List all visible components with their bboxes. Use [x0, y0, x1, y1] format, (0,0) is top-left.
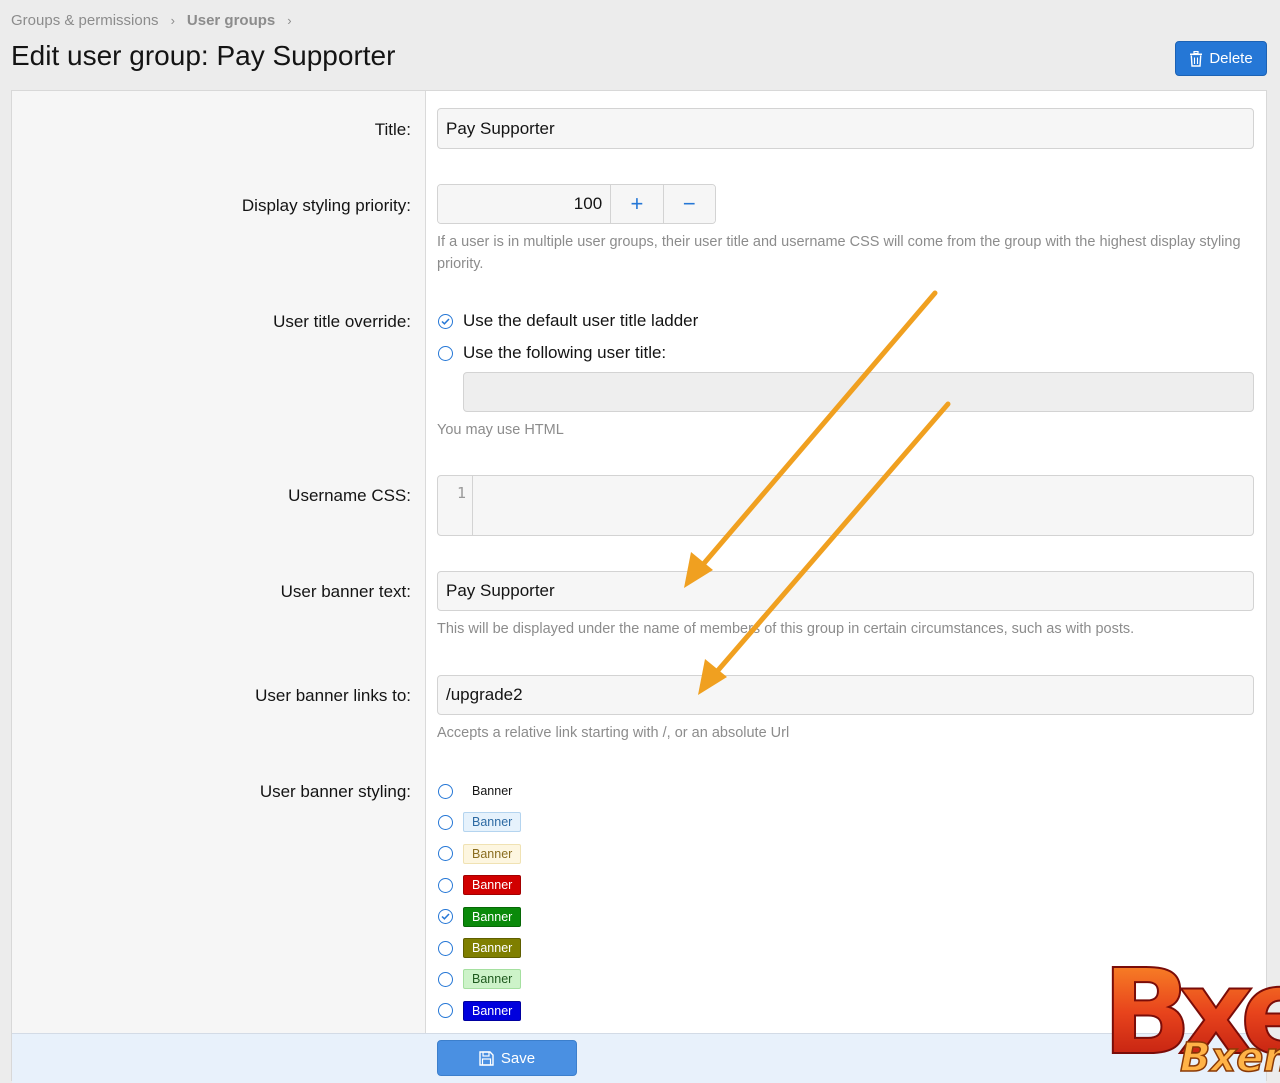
radio-unchecked-icon [438, 345, 453, 361]
radio-unchecked-icon [438, 1003, 453, 1019]
radio-unchecked-icon [438, 814, 453, 830]
chevron-right-icon: › [287, 13, 292, 28]
delete-button[interactable]: Delete [1175, 41, 1267, 76]
radio-unchecked-icon [438, 940, 453, 956]
banner-text-hint: This will be displayed under the name of… [437, 621, 1135, 637]
svg-text:Bxen: Bxen [1180, 1035, 1280, 1081]
trash-icon [1190, 50, 1203, 67]
banner-preview: Banner [463, 1000, 522, 1021]
radio-default-title[interactable]: Use the default user title ladder [438, 311, 698, 331]
title-input[interactable]: Pay Supporter [437, 108, 1254, 149]
banner-style-option[interactable]: Banner [438, 781, 521, 801]
banner-link-label: User banner links to: [255, 686, 411, 705]
username-css-label: Username CSS: [288, 486, 411, 505]
chevron-right-icon: › [170, 13, 175, 28]
radio-checked-icon [438, 909, 453, 925]
radio-unchecked-icon [438, 971, 453, 987]
radio-custom-title[interactable]: Use the following user title: [438, 343, 666, 363]
banner-style-option[interactable]: Banner [438, 1000, 522, 1021]
banner-link-input[interactable]: /upgrade2 [437, 675, 1254, 715]
save-button-label: Save [500, 1049, 536, 1067]
breadcrumb-link-user-groups[interactable]: User groups [187, 12, 275, 29]
banner-style-option[interactable]: Banner [438, 843, 522, 864]
priority-label: Display styling priority: [241, 196, 411, 215]
banner-style-option[interactable]: Banner [438, 938, 522, 958]
banner-preview: Banner [463, 969, 522, 990]
save-button[interactable]: Save [437, 1040, 577, 1076]
page-title: Edit user group: Pay Supporter [11, 40, 396, 71]
banner-style-option[interactable]: Banner [438, 906, 522, 927]
banner-text-input[interactable]: Pay Supporter [437, 571, 1254, 611]
radio-custom-title-label: Use the following user title: [463, 343, 667, 362]
save-icon [479, 1050, 494, 1066]
priority-stepper: 100 + − [437, 184, 716, 224]
form-panel: Title: Pay Supporter Display styling pri… [11, 90, 1267, 1083]
breadcrumb-link-groups-permissions[interactable]: Groups & permissions [11, 12, 159, 29]
banner-style-option[interactable]: Banner [438, 812, 522, 833]
priority-input[interactable]: 100 [438, 185, 611, 223]
banner-preview: Banner [463, 906, 522, 927]
delete-button-label: Delete [1209, 50, 1253, 67]
banner-preview: Banner [463, 938, 522, 958]
increment-button[interactable]: + [610, 185, 663, 223]
breadcrumb: Groups & permissions › User groups › [11, 12, 304, 29]
label-column [12, 91, 426, 1033]
custom-user-title-input[interactable] [463, 372, 1254, 412]
banner-text-label: User banner text: [280, 582, 411, 601]
radio-default-title-label: Use the default user title ladder [463, 311, 699, 330]
banner-style-option[interactable]: Banner [438, 969, 522, 990]
user-title-hint: You may use HTML [437, 422, 564, 438]
radio-checked-icon [438, 313, 453, 329]
banner-style-option[interactable]: Banner [438, 875, 522, 896]
bxen-logo-watermark: Bxen Bxen [1101, 942, 1280, 1081]
form-footer: Save [12, 1033, 1266, 1083]
user-title-label: User title override: [273, 312, 411, 331]
priority-hint: If a user is in multiple user groups, th… [437, 234, 1241, 272]
title-label: Title: [374, 120, 411, 139]
banner-preview: Banner [472, 784, 513, 798]
banner-preview: Banner [463, 875, 522, 896]
banner-styling-label: User banner styling: [259, 782, 411, 801]
radio-unchecked-icon [438, 846, 453, 862]
banner-link-hint: Accepts a relative link starting with /,… [437, 725, 790, 741]
banner-preview: Banner [463, 843, 522, 864]
banner-preview: Banner [463, 812, 522, 833]
radio-unchecked-icon [438, 783, 453, 799]
radio-unchecked-icon [438, 877, 453, 893]
username-css-editor[interactable]: 1 [437, 475, 1254, 536]
line-number: 1 [438, 476, 473, 535]
decrement-button[interactable]: − [662, 185, 715, 223]
